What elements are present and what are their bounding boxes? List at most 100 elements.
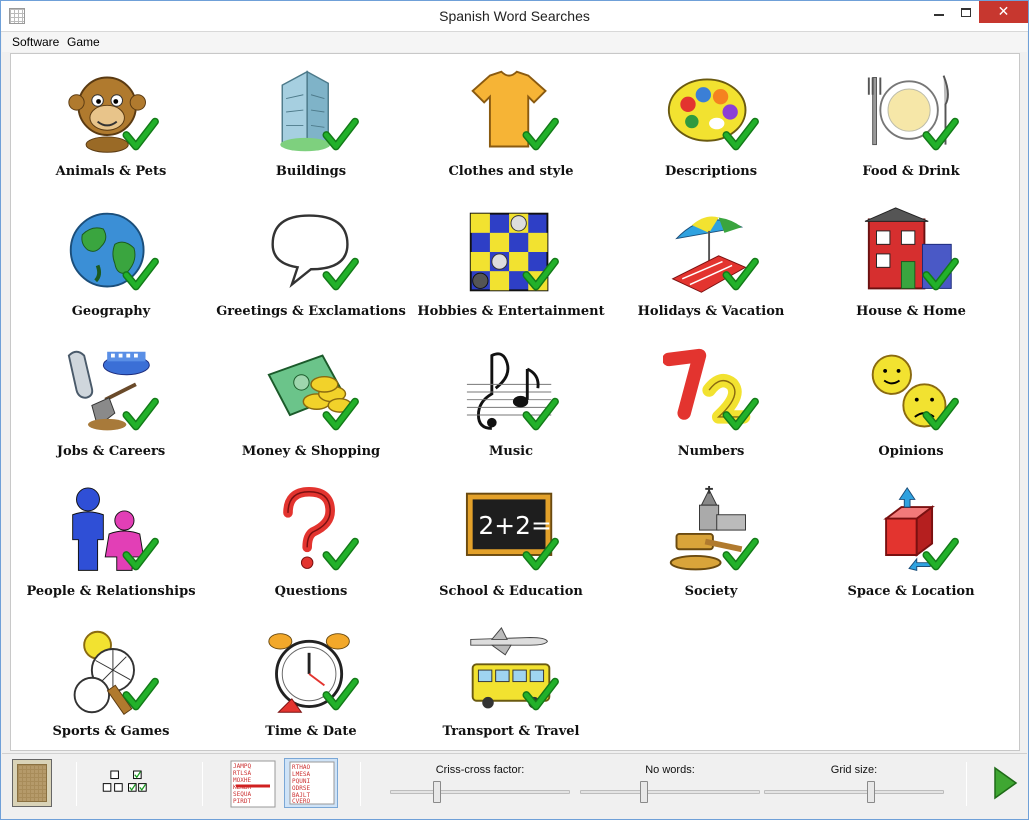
- music-note-icon: [466, 352, 559, 431]
- play-button[interactable]: [992, 766, 1018, 800]
- category-label: Holidays & Vacation: [637, 304, 785, 319]
- criss-cross-slider-group: Criss-cross factor:: [390, 764, 570, 808]
- category-tile[interactable]: Hobbies & Entertainment: [411, 200, 611, 340]
- svg-text:LMESA: LMESA: [292, 771, 310, 778]
- checkbox-grid-icon: [102, 770, 147, 792]
- category-tile[interactable]: Animals & Pets: [11, 60, 211, 200]
- category-label: Music: [488, 444, 533, 459]
- category-label: Sports & Games: [52, 724, 170, 739]
- category-tile[interactable]: Food & Drink: [811, 60, 1011, 200]
- category-label: Greetings & Exclamations: [216, 304, 406, 319]
- category-label: People & Relationships: [26, 584, 196, 599]
- menu-bar: Software Game: [2, 32, 1027, 52]
- minimize-icon: [934, 14, 944, 16]
- toolbar-separator: [202, 762, 203, 806]
- app-window: Spanish Word Searches ✕ Software Game An…: [0, 0, 1029, 820]
- gavel-church-icon: [669, 486, 759, 571]
- category-tile[interactable]: Society: [611, 480, 811, 620]
- category-tile[interactable]: Opinions: [811, 340, 1011, 480]
- category-label: Hobbies & Entertainment: [417, 304, 605, 319]
- building-icon: [280, 70, 359, 152]
- category-label: Opinions: [878, 444, 944, 459]
- category-tile[interactable]: Clothes and style: [411, 60, 611, 200]
- no-words-thumb[interactable]: [640, 781, 648, 803]
- menu-software[interactable]: Software: [12, 35, 59, 49]
- category-tile[interactable]: Time & Date: [211, 620, 411, 760]
- category-label: Numbers: [677, 444, 745, 459]
- category-tile[interactable]: House & Home: [811, 200, 1011, 340]
- category-tile[interactable]: Space & Location: [811, 480, 1011, 620]
- category-tile[interactable]: Money & Shopping: [211, 340, 411, 480]
- category-label: Jobs & Careers: [56, 444, 166, 459]
- category-tile[interactable]: Geography: [11, 200, 211, 340]
- category-label: Geography: [71, 304, 151, 319]
- category-label: Clothes and style: [448, 164, 574, 179]
- criss-cross-thumb[interactable]: [433, 781, 441, 803]
- criss-cross-track[interactable]: [390, 790, 570, 794]
- close-button[interactable]: ✕: [979, 1, 1028, 23]
- grid-size-thumb[interactable]: [867, 781, 875, 803]
- menu-game[interactable]: Game: [67, 35, 100, 49]
- chalkboard-icon: 2+2=: [465, 492, 559, 571]
- cube-arrows-icon: [883, 487, 959, 571]
- letter-grid-red-icon: JAMPQRTLSAMOXHE KLNBRSEQUAPIRDT: [230, 760, 276, 808]
- toolbar-separator: [76, 762, 77, 806]
- category-label: Animals & Pets: [55, 164, 167, 179]
- select-categories-button[interactable]: [102, 762, 150, 804]
- svg-text:ODRSE: ODRSE: [292, 785, 310, 792]
- faces-icon: [871, 354, 959, 431]
- svg-text:JAMPQ: JAMPQ: [233, 763, 251, 770]
- no-words-label: No words:: [645, 764, 695, 776]
- category-label: Transport & Travel: [442, 724, 580, 739]
- category-label: Money & Shopping: [241, 444, 381, 459]
- play-icon: [994, 766, 1018, 800]
- category-tile[interactable]: Holidays & Vacation: [611, 200, 811, 340]
- grid-size-track[interactable]: [764, 790, 944, 794]
- category-tile[interactable]: Questions: [211, 480, 411, 620]
- category-label: Space & Location: [847, 584, 975, 599]
- svg-text:RTHAO: RTHAO: [292, 764, 310, 771]
- category-tile[interactable]: Transport & Travel: [411, 620, 611, 760]
- close-icon: ✕: [997, 4, 1010, 20]
- category-tile[interactable]: Sports & Games: [11, 620, 211, 760]
- no-words-track[interactable]: [580, 790, 760, 794]
- category-label: Descriptions: [664, 164, 758, 179]
- category-label: Buildings: [275, 164, 347, 179]
- minimize-button[interactable]: [924, 1, 954, 23]
- category-label: Food & Drink: [862, 164, 960, 179]
- alarm-clock-icon: [268, 633, 359, 713]
- category-label: House & Home: [856, 304, 966, 319]
- category-tile[interactable]: Descriptions: [611, 60, 811, 200]
- blue-letter-grid-button[interactable]: RTHAO LMESA PQUNI ODRSE BAJLT CVERO: [284, 758, 338, 808]
- sports-balls-icon: [73, 630, 159, 715]
- category-tile[interactable]: Greetings & Exclamations: [211, 200, 411, 340]
- category-tile[interactable]: People & Relationships: [11, 480, 211, 620]
- money-icon: [267, 354, 359, 431]
- puzzle-thumbnail-button[interactable]: [12, 759, 52, 807]
- puzzle-thumbnail-icon: [17, 764, 47, 802]
- category-tile[interactable]: Buildings: [211, 60, 411, 200]
- category-label: Society: [684, 584, 738, 599]
- toolbar-separator: [966, 762, 967, 806]
- category-tile[interactable]: 2+2= School & Education: [411, 480, 611, 620]
- globe-icon: [69, 212, 159, 291]
- category-grid: Animals & Pets Buildings Clothes and style…: [10, 53, 1020, 751]
- grid-size-slider-group: Grid size:: [764, 764, 944, 808]
- category-tile[interactable]: Music: [411, 340, 611, 480]
- svg-text:MOXHE: MOXHE: [233, 777, 251, 784]
- people-icon: [72, 487, 159, 571]
- red-letter-grid-button[interactable]: JAMPQRTLSAMOXHE KLNBRSEQUAPIRDT: [230, 760, 276, 808]
- speech-bubble-icon: [271, 214, 359, 291]
- tools-icon: [67, 350, 159, 431]
- svg-text:PIRDT: PIRDT: [233, 798, 251, 805]
- svg-text:RTLSA: RTLSA: [233, 770, 251, 777]
- category-label: Time & Date: [265, 724, 357, 739]
- category-tile[interactable]: Numbers: [611, 340, 811, 480]
- category-tile[interactable]: Jobs & Careers: [11, 340, 211, 480]
- numbers-icon: [663, 348, 759, 431]
- maximize-button[interactable]: [951, 1, 981, 23]
- window-title: Spanish Word Searches: [439, 8, 590, 24]
- title-bar[interactable]: Spanish Word Searches ✕: [1, 1, 1028, 32]
- beach-umbrella-icon: [671, 216, 759, 293]
- svg-text:CVERO: CVERO: [292, 798, 310, 805]
